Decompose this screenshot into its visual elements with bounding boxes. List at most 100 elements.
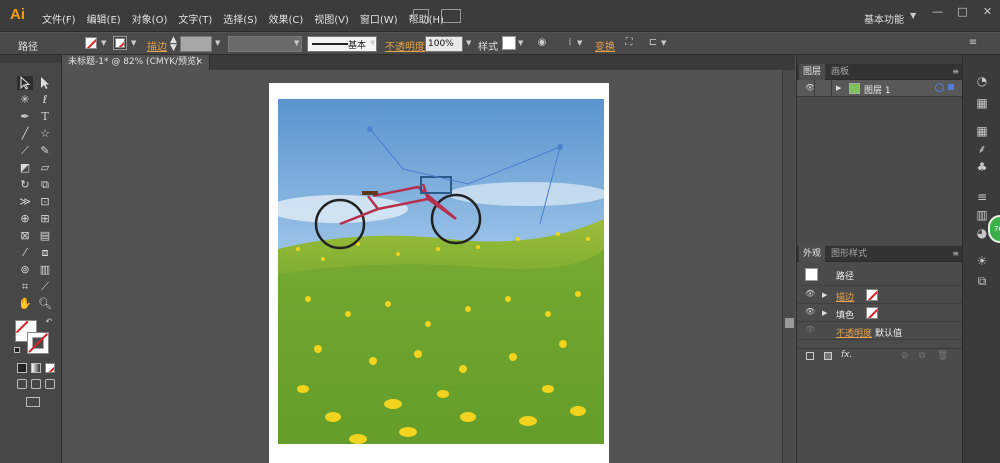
- layer-row[interactable]: 👁︎ ▶ 图层 1: [797, 80, 963, 97]
- chevron-down-icon[interactable]: ▼: [294, 39, 299, 47]
- layer-name[interactable]: 图层 1: [864, 83, 891, 96]
- eraser-tool-icon[interactable]: ▱: [37, 161, 53, 175]
- expand-triangle-icon[interactable]: ▶: [836, 84, 841, 92]
- magic-wand-tool-icon[interactable]: ✳: [17, 93, 33, 107]
- add-effect-icon[interactable]: fx.: [841, 350, 852, 360]
- artboard[interactable]: [269, 83, 609, 463]
- tools-panel-header[interactable]: [0, 55, 61, 63]
- chevron-down-icon[interactable]: ▼: [910, 11, 916, 20]
- visibility-eye-icon[interactable]: 👁︎: [805, 326, 815, 334]
- expand-triangle-icon[interactable]: ▶: [822, 291, 827, 299]
- graphic-styles-icon[interactable]: ⧉: [973, 273, 991, 289]
- gradient-tool-icon[interactable]: ▤: [37, 229, 53, 243]
- symbols-icon[interactable]: ♣: [973, 159, 991, 175]
- pen-tool-icon[interactable]: ✒: [17, 110, 33, 124]
- color-mode-icon[interactable]: [17, 363, 27, 373]
- expand-triangle-icon[interactable]: ▶: [822, 309, 827, 317]
- symbol-sprayer-tool-icon[interactable]: ⊚: [17, 263, 33, 277]
- menu-effect[interactable]: 效果(C): [268, 11, 303, 26]
- direct-selection-tool-icon[interactable]: [37, 76, 53, 90]
- shape-builder-tool-icon[interactable]: ⊕: [17, 212, 33, 226]
- target-circle-icon[interactable]: [935, 83, 944, 92]
- rotate-tool-icon[interactable]: ↻: [17, 178, 33, 192]
- line-tool-icon[interactable]: ╱: [17, 127, 33, 141]
- chevron-down-icon[interactable]: ▼: [661, 39, 666, 47]
- menu-type[interactable]: 文字(T): [178, 11, 212, 26]
- pencil-tool-icon[interactable]: ✎: [37, 144, 53, 158]
- fill-swatch[interactable]: [866, 307, 878, 319]
- add-stroke-icon[interactable]: [806, 352, 814, 360]
- swap-fill-stroke-icon[interactable]: ↶: [44, 317, 54, 327]
- stroke-color-swatch[interactable]: [27, 332, 49, 354]
- panel-menu-icon[interactable]: ≡: [966, 37, 980, 49]
- opacity-arrow[interactable]: ▼: [466, 39, 471, 47]
- scroll-thumb[interactable]: [785, 318, 794, 328]
- selection-tool-icon[interactable]: [17, 75, 33, 90]
- scale-tool-icon[interactable]: ⧉: [37, 178, 53, 192]
- visibility-eye-icon[interactable]: 👁︎: [805, 290, 815, 298]
- lasso-tool-icon[interactable]: ℓ: [37, 93, 53, 107]
- appearance-fill-row[interactable]: 👁︎ ▶ 填色: [797, 304, 963, 322]
- appearance-stroke-row[interactable]: 👁︎ ▶ 描边: [797, 286, 963, 304]
- menu-select[interactable]: 选择(S): [223, 11, 257, 26]
- stroke-weight-input[interactable]: [180, 36, 212, 52]
- stroke-swatch[interactable]: [113, 36, 127, 50]
- perspective-grid-tool-icon[interactable]: ⊞: [37, 212, 53, 226]
- opacity-input[interactable]: 100%: [425, 36, 463, 52]
- layers-panel-menu-icon[interactable]: ≡: [952, 67, 959, 76]
- draw-inside-icon[interactable]: [45, 379, 55, 389]
- menu-edit[interactable]: 编辑(E): [87, 11, 121, 26]
- swatches-icon[interactable]: ▦: [973, 123, 991, 139]
- tab-graphic-styles[interactable]: 图形样式: [827, 246, 871, 262]
- placed-photo[interactable]: [278, 99, 604, 444]
- column-graph-tool-icon[interactable]: ▥: [37, 263, 53, 277]
- variable-width-dropdown[interactable]: [228, 36, 302, 52]
- color-guide-icon[interactable]: ▦: [973, 95, 991, 111]
- hand-tool-icon[interactable]: ✋: [17, 297, 33, 311]
- none-mode-icon[interactable]: [45, 363, 55, 373]
- tab-artboards[interactable]: 画板: [827, 64, 853, 80]
- document-tab[interactable]: 未标题-1* @ 82% (CMYK/预览) ×: [62, 55, 210, 70]
- color-panel-icon[interactable]: ◔: [973, 73, 991, 89]
- slice-tool-icon[interactable]: ⟋: [37, 280, 53, 294]
- menu-view[interactable]: 视图(V): [314, 11, 349, 26]
- appearance-panel-menu-icon[interactable]: ≡: [952, 249, 959, 258]
- clear-appearance-icon[interactable]: ⊘: [901, 351, 909, 361]
- mesh-tool-icon[interactable]: ⊠: [17, 229, 33, 243]
- default-fill-stroke-icon[interactable]: [14, 347, 20, 353]
- artboard-tool-icon[interactable]: ⌗: [17, 280, 33, 294]
- opacity-label[interactable]: 不透明度: [385, 38, 425, 53]
- type-tool-icon[interactable]: T: [37, 110, 53, 124]
- width-tool-icon[interactable]: ≫: [17, 195, 33, 209]
- menu-file[interactable]: 文件(F): [42, 11, 76, 26]
- menu-object[interactable]: 对象(O): [132, 11, 168, 26]
- opacity-link[interactable]: 不透明度: [836, 326, 872, 339]
- workspace-switcher[interactable]: 基本功能: [864, 11, 904, 26]
- stroke-label[interactable]: 描边: [147, 38, 167, 53]
- stroke-panel-icon[interactable]: ≡: [973, 189, 991, 205]
- blob-brush-tool-icon[interactable]: ◩: [17, 161, 33, 175]
- brushes-icon[interactable]: ⸙: [973, 141, 991, 157]
- paintbrush-tool-icon[interactable]: ⟋: [17, 144, 33, 158]
- appearance-opacity-row[interactable]: 👁︎ 不透明度 默认值: [797, 322, 963, 340]
- draw-behind-icon[interactable]: [31, 379, 41, 389]
- stroke-weight-stepper[interactable]: ▲ ▼: [170, 36, 177, 53]
- fill-swatch[interactable]: [85, 37, 97, 49]
- gradient-mode-icon[interactable]: [31, 363, 41, 373]
- stroke-link[interactable]: 描边: [836, 290, 854, 303]
- graphic-style-swatch[interactable]: [502, 36, 516, 50]
- zoom-tool-icon[interactable]: 🔍︎: [37, 297, 53, 311]
- tab-appearance[interactable]: 外观: [799, 246, 826, 262]
- menu-window[interactable]: 窗口(W): [360, 11, 398, 26]
- free-transform-tool-icon[interactable]: ⊡: [37, 195, 53, 209]
- add-fill-icon[interactable]: [824, 352, 832, 360]
- close-tab-icon[interactable]: ×: [195, 55, 203, 70]
- eyedropper-tool-icon[interactable]: ⁄: [17, 246, 33, 260]
- chevron-down-icon[interactable]: ▼: [518, 39, 523, 47]
- minimize-button[interactable]: —: [925, 0, 950, 24]
- maximize-button[interactable]: □: [950, 0, 975, 24]
- canvas-area[interactable]: [62, 70, 782, 463]
- draw-normal-icon[interactable]: [17, 379, 27, 389]
- close-button[interactable]: ✕: [975, 0, 1000, 24]
- make-envelope-icon[interactable]: ⊏: [646, 37, 660, 49]
